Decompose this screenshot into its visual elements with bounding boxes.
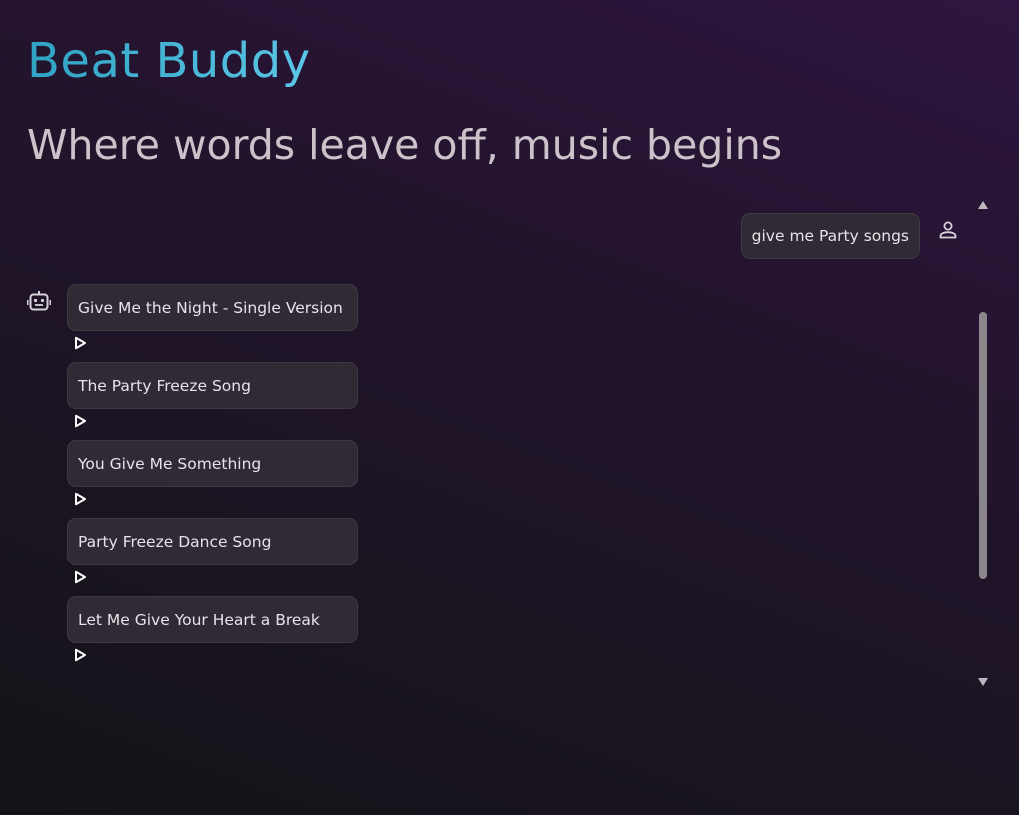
- user-message-text: give me Party songs: [751, 227, 909, 245]
- song-item: Party Freeze Dance Song: [67, 518, 367, 596]
- chat-area[interactable]: give me Party songs Give Me the Night - …: [0, 195, 1019, 695]
- song-title: Let Me Give Your Heart a Break: [78, 610, 320, 629]
- song-list: Give Me the Night - Single Version The P…: [67, 284, 367, 674]
- song-item: Give Me the Night - Single Version: [67, 284, 367, 362]
- play-icon[interactable]: [73, 648, 87, 662]
- song-item: You Give Me Something: [67, 440, 367, 518]
- play-icon[interactable]: [73, 492, 87, 506]
- song-item: Let Me Give Your Heart a Break: [67, 596, 367, 674]
- song-title: You Give Me Something: [78, 454, 262, 473]
- song-item: The Party Freeze Song: [67, 362, 367, 440]
- play-icon[interactable]: [73, 414, 87, 428]
- play-icon[interactable]: [73, 336, 87, 350]
- scroll-down-arrow-icon[interactable]: [977, 677, 989, 687]
- tagline: Where words leave off, music begins: [27, 121, 783, 169]
- song-title-card: Let Me Give Your Heart a Break: [67, 596, 358, 643]
- scrollbar-thumb[interactable]: [979, 312, 987, 579]
- song-title-card: The Party Freeze Song: [67, 362, 358, 409]
- song-title-card: Give Me the Night - Single Version: [67, 284, 358, 331]
- song-title-card: You Give Me Something: [67, 440, 358, 487]
- song-title-card: Party Freeze Dance Song: [67, 518, 358, 565]
- song-title: Give Me the Night - Single Version: [78, 298, 343, 317]
- user-message-bubble: give me Party songs: [740, 213, 920, 259]
- play-icon[interactable]: [73, 570, 87, 584]
- scroll-up-arrow-icon[interactable]: [977, 200, 989, 210]
- robot-icon: [27, 291, 51, 311]
- app-title: Beat Buddy: [27, 30, 311, 92]
- person-icon: [939, 221, 957, 239]
- song-title: Party Freeze Dance Song: [78, 532, 272, 551]
- song-title: The Party Freeze Song: [78, 376, 251, 395]
